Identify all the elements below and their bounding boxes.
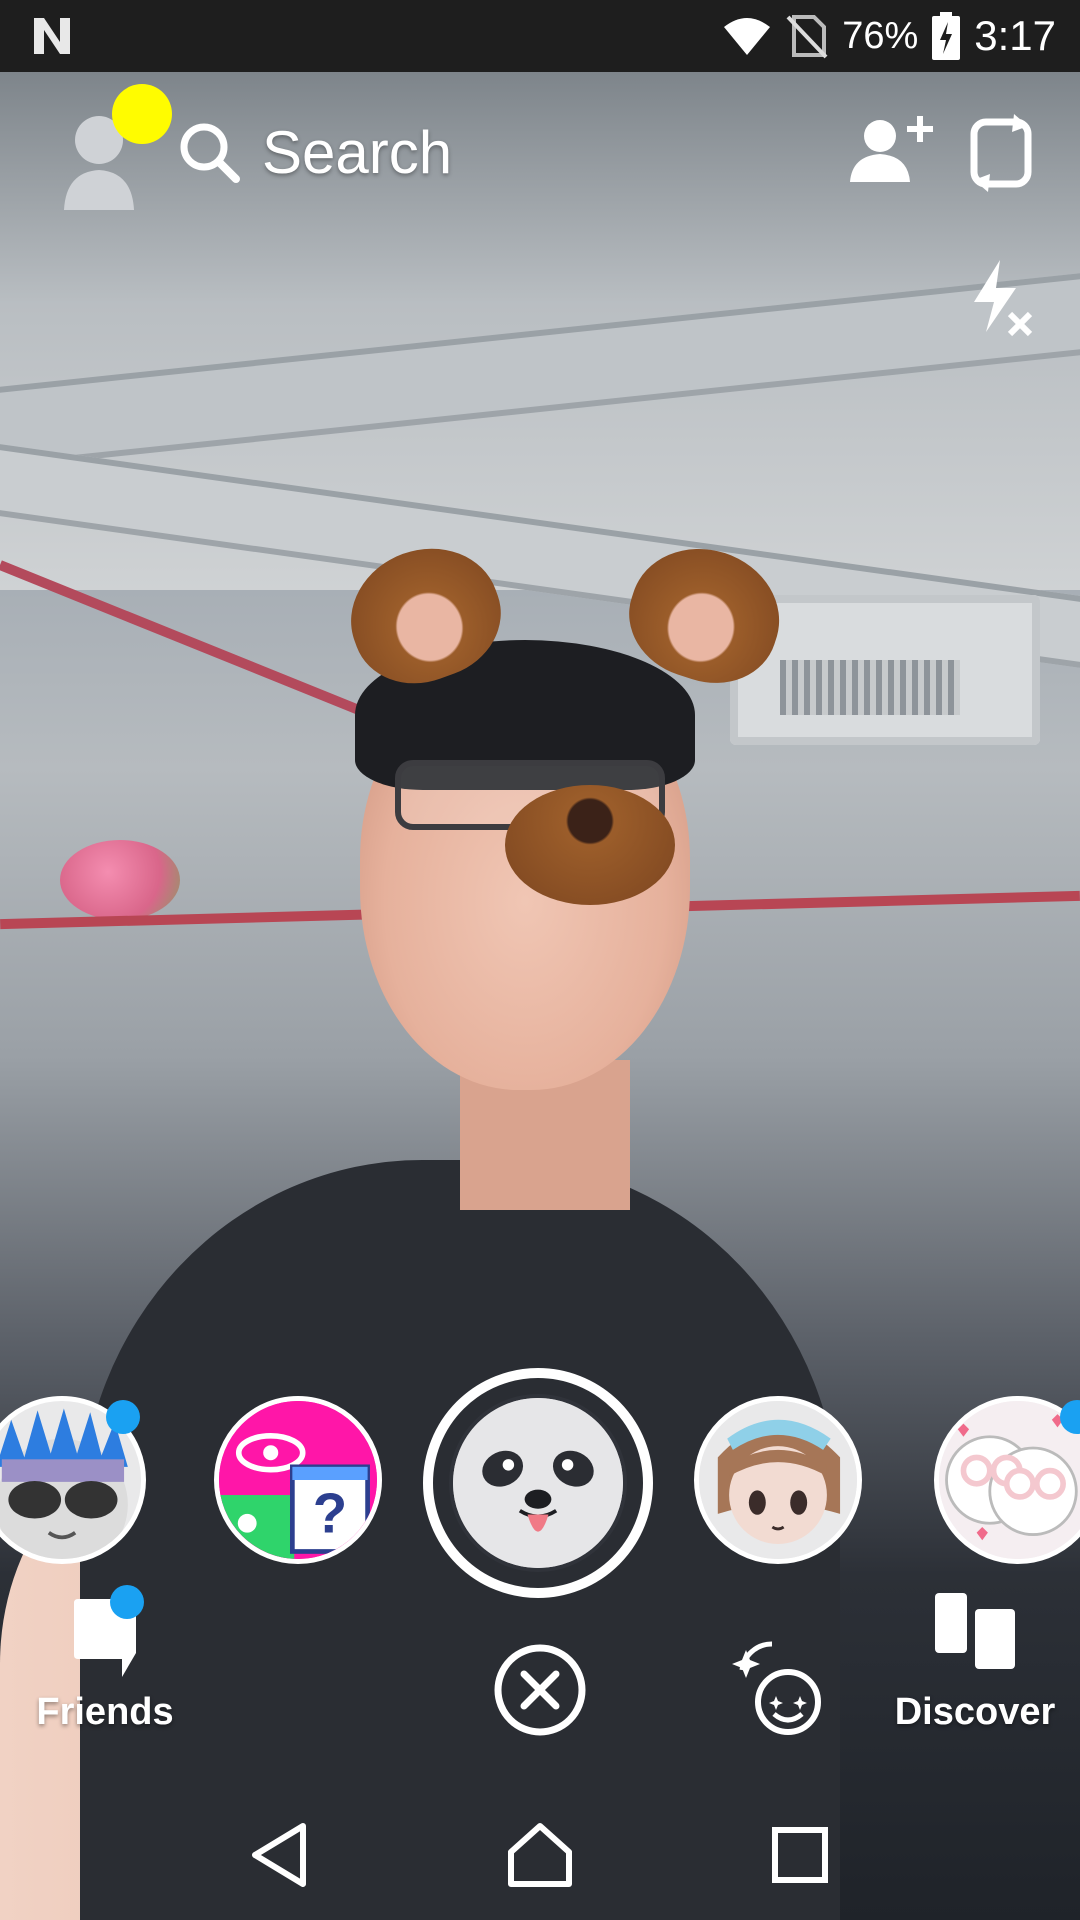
status-bar: 76% 3:17 xyxy=(0,0,1080,72)
add-friend-icon[interactable] xyxy=(850,112,934,188)
navigation-bar xyxy=(0,1790,1080,1920)
dog-nose xyxy=(505,785,675,905)
lens-explorer-icon[interactable] xyxy=(732,1640,830,1740)
home-icon[interactable] xyxy=(505,1820,575,1890)
profile-notification-dot xyxy=(112,84,172,144)
lens-eye-question[interactable]: ? xyxy=(214,1396,382,1564)
eye-question-lens: ? xyxy=(219,1401,377,1559)
new-lens-dot xyxy=(106,1400,140,1434)
discover-label: Discover xyxy=(894,1691,1056,1733)
hearts-eyes-lens xyxy=(939,1401,1080,1559)
back-icon[interactable] xyxy=(245,1820,315,1890)
no-sim-icon xyxy=(786,15,828,59)
n-logo-icon xyxy=(34,18,70,54)
battery-percent: 76% xyxy=(842,14,919,57)
lens-dog-inner xyxy=(449,1394,627,1572)
close-icon[interactable] xyxy=(492,1642,588,1738)
search-bar[interactable]: Search xyxy=(178,118,452,187)
anime-girl-lens xyxy=(699,1401,857,1559)
clock: 3:17 xyxy=(974,12,1056,59)
discover-button[interactable]: Discover xyxy=(890,1585,1060,1745)
person xyxy=(0,528,840,1920)
lens-dog-selected[interactable] xyxy=(423,1368,653,1598)
flash-off-icon[interactable] xyxy=(968,258,1034,340)
status-right: 76% 3:17 xyxy=(722,0,1056,72)
lens-anime-girl[interactable] xyxy=(694,1396,862,1564)
wifi-icon xyxy=(724,18,771,55)
friends-label: Friends xyxy=(36,1691,174,1733)
battery-charging-icon xyxy=(932,12,961,60)
search-label: Search xyxy=(262,119,453,186)
discover-icon xyxy=(935,1593,1015,1669)
svg-text:?: ? xyxy=(313,1482,347,1545)
flip-camera-icon[interactable] xyxy=(968,112,1034,194)
friends-button[interactable]: Friends xyxy=(30,1585,180,1745)
friends-notification-dot xyxy=(110,1585,144,1619)
camera-screen[interactable]: 76% 3:17 Search ? Friends Discover xyxy=(0,0,1080,1920)
lens-hearts[interactable] xyxy=(934,1396,1080,1564)
recents-icon[interactable] xyxy=(765,1820,835,1890)
dog-face-lens xyxy=(453,1398,623,1568)
search-icon xyxy=(180,123,240,183)
